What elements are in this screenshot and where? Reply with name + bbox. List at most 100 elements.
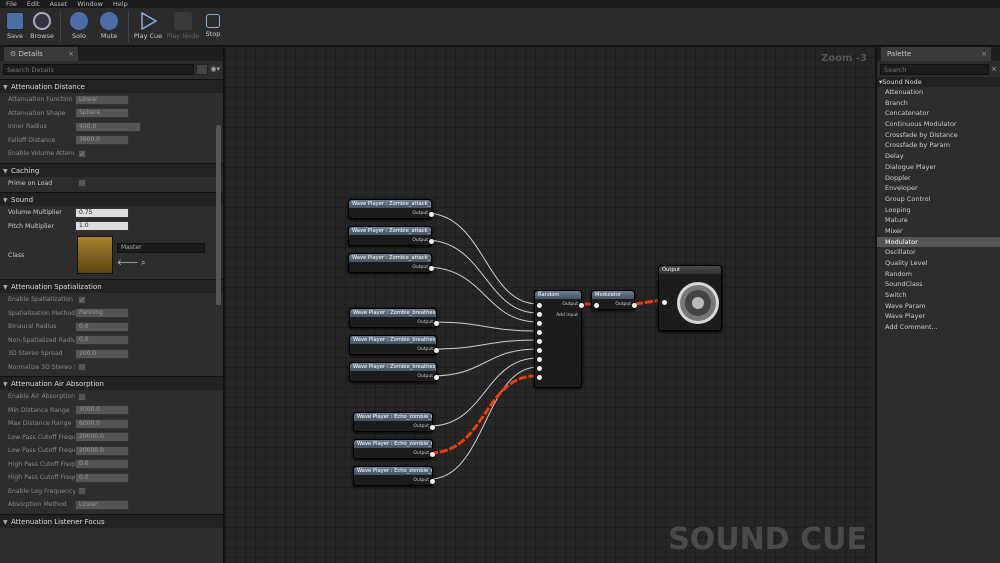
palette-item[interactable]: Delay [877, 151, 1000, 162]
close-icon[interactable]: × [981, 47, 987, 61]
low-pass-min-field[interactable]: 20000.0 [75, 432, 129, 443]
output-pin[interactable] [429, 212, 434, 217]
details-scrollbar[interactable] [216, 125, 221, 305]
palette-item[interactable]: Dialogue Player [877, 162, 1000, 173]
palette-item[interactable]: Switch [877, 290, 1000, 301]
input-pin[interactable] [537, 348, 542, 353]
inner-radius-field[interactable]: 400.0 [75, 121, 141, 132]
min-distance-field[interactable]: 3000.0 [75, 405, 129, 416]
palette-item[interactable]: Looping [877, 205, 1000, 216]
palette-item[interactable]: Attenuation [877, 87, 1000, 98]
enable-spatialization-checkbox[interactable]: ✓ [78, 295, 86, 304]
node-wave-player-selected[interactable]: Wave Player : Echo_zombie_09 Output [353, 439, 435, 459]
prime-on-load-checkbox[interactable] [78, 179, 86, 188]
input-pin[interactable] [537, 321, 542, 326]
palette-item[interactable]: Mature [877, 215, 1000, 226]
output-pin[interactable] [429, 266, 434, 271]
palette-item[interactable]: Random [877, 269, 1000, 280]
play-cue-button[interactable]: Play Cue [133, 10, 163, 44]
input-pin[interactable] [537, 330, 542, 335]
max-distance-field[interactable]: 6000.0 [75, 418, 129, 429]
arrow-left-icon[interactable]: 🡐 [117, 258, 138, 267]
sound-class-select[interactable]: Master [117, 242, 205, 253]
palette-item[interactable]: Crossfade by Distance [877, 130, 1000, 141]
sound-cue-graph[interactable]: Zoom -3 SOUND CUE Wave Player : Zombie_a… [225, 47, 875, 563]
node-random[interactable]: Random Output Add input [534, 290, 584, 388]
details-search-input[interactable]: Search Details [3, 63, 195, 75]
output-pin[interactable] [434, 375, 439, 380]
palette-item[interactable]: Add Comment... [877, 322, 1000, 333]
menu-file[interactable]: File [6, 0, 17, 8]
node-modulator[interactable]: Modulator Output [591, 290, 637, 310]
high-pass-min-field[interactable]: 0.0 [75, 459, 129, 470]
output-pin[interactable] [430, 425, 435, 430]
palette-item-selected[interactable]: Modulator [877, 236, 1000, 248]
normalize-stereo-checkbox[interactable] [78, 363, 86, 372]
tab-details[interactable]: ⚙ Details × [4, 47, 78, 61]
close-icon[interactable]: × [991, 65, 997, 73]
tab-palette[interactable]: Palette × [881, 47, 991, 61]
input-pin[interactable] [537, 339, 542, 344]
attenuation-function-select[interactable]: Linear [75, 94, 129, 105]
palette-search-input[interactable]: Search [880, 63, 990, 75]
pitch-multiplier-field[interactable]: 1.0 [75, 221, 129, 232]
grid-view-icon[interactable] [196, 63, 209, 75]
menu-asset[interactable]: Asset [49, 0, 67, 8]
attenuation-shape-select[interactable]: Sphere [75, 108, 129, 119]
node-wave-player[interactable]: Wave Player : Zombie_breathes_04 Output [349, 362, 439, 382]
add-input-button[interactable]: Add input [556, 313, 578, 318]
solo-button[interactable]: Solo [64, 10, 94, 44]
output-pin[interactable] [430, 452, 435, 457]
palette-item[interactable]: Group Control [877, 194, 1000, 205]
palette-item[interactable]: Crossfade by Param [877, 140, 1000, 151]
section-listener-focus[interactable]: ▼ Attenuation Listener Focus [0, 513, 223, 528]
palette-item[interactable]: Continuous Modulator [877, 119, 1000, 130]
node-output[interactable]: Output [658, 265, 722, 331]
palette-item[interactable]: Enveloper [877, 183, 1000, 194]
section-attenuation-spatialization[interactable]: ▼ Attenuation Spatialization [0, 279, 223, 293]
low-pass-max-field[interactable]: 20000.0 [75, 445, 129, 456]
absorption-method-select[interactable]: Linear [75, 499, 129, 510]
play-node-button[interactable]: Play Node [166, 10, 200, 44]
volume-multiplier-field[interactable]: 0.75 [75, 207, 129, 218]
section-caching[interactable]: ▼ Caching [0, 162, 223, 177]
palette-item[interactable]: Concatenator [877, 108, 1000, 119]
volume-attenuation-checkbox[interactable]: ✓ [78, 149, 86, 158]
output-pin[interactable] [434, 348, 439, 353]
input-pin[interactable] [537, 366, 542, 371]
falloff-distance-field[interactable]: 3600.0 [75, 135, 129, 146]
node-wave-player[interactable]: Wave Player : Echo_zombie_07 Output [353, 466, 435, 486]
log-frequency-checkbox[interactable] [78, 487, 86, 496]
sound-class-thumbnail[interactable] [77, 236, 113, 274]
section-air-absorption[interactable]: ▼ Attenuation Air Absorption [0, 376, 223, 390]
menu-help[interactable]: Help [113, 0, 128, 8]
palette-item[interactable]: Quality Level [877, 258, 1000, 269]
output-pin[interactable] [632, 303, 637, 308]
input-pin[interactable] [594, 303, 599, 308]
menu-window[interactable]: Window [77, 0, 103, 8]
node-wave-player[interactable]: Wave Player : Zombie_attack_01 Output [348, 199, 434, 219]
menu-edit[interactable]: Edit [27, 0, 40, 8]
palette-item[interactable]: Mixer [877, 226, 1000, 237]
section-sound[interactable]: ▼ Sound [0, 192, 223, 206]
palette-item[interactable]: Wave Player [877, 311, 1000, 322]
enable-air-absorption-checkbox[interactable] [78, 392, 86, 401]
input-pin[interactable] [537, 303, 542, 308]
close-icon[interactable]: × [68, 47, 74, 61]
palette-item[interactable]: Doppler [877, 173, 1000, 184]
input-pin[interactable] [537, 375, 542, 380]
input-pin[interactable] [537, 357, 542, 362]
search-icon[interactable]: ⌕ [141, 258, 145, 267]
node-wave-player[interactable]: Wave Player : Zombie_attack_34 Output [348, 253, 434, 273]
high-pass-max-field[interactable]: 0.0 [75, 472, 129, 483]
palette-item[interactable]: SoundClass [877, 279, 1000, 290]
node-wave-player[interactable]: Wave Player : Zombie_attack_08 Output [348, 226, 434, 246]
node-wave-player[interactable]: Wave Player : Echo_zombie_08 Output [353, 412, 435, 432]
stop-button[interactable]: Stop [198, 10, 228, 44]
section-attenuation-distance[interactable]: ▼ Attenuation Distance [0, 79, 223, 93]
binaural-radius-field[interactable]: 0.0 [75, 321, 129, 332]
output-pin[interactable] [429, 239, 434, 244]
palette-item[interactable]: Oscillator [877, 247, 1000, 258]
node-wave-player[interactable]: Wave Player : Zombie_breathes_03 Output [349, 335, 439, 355]
eye-icon[interactable]: ◉▾ [210, 65, 220, 73]
